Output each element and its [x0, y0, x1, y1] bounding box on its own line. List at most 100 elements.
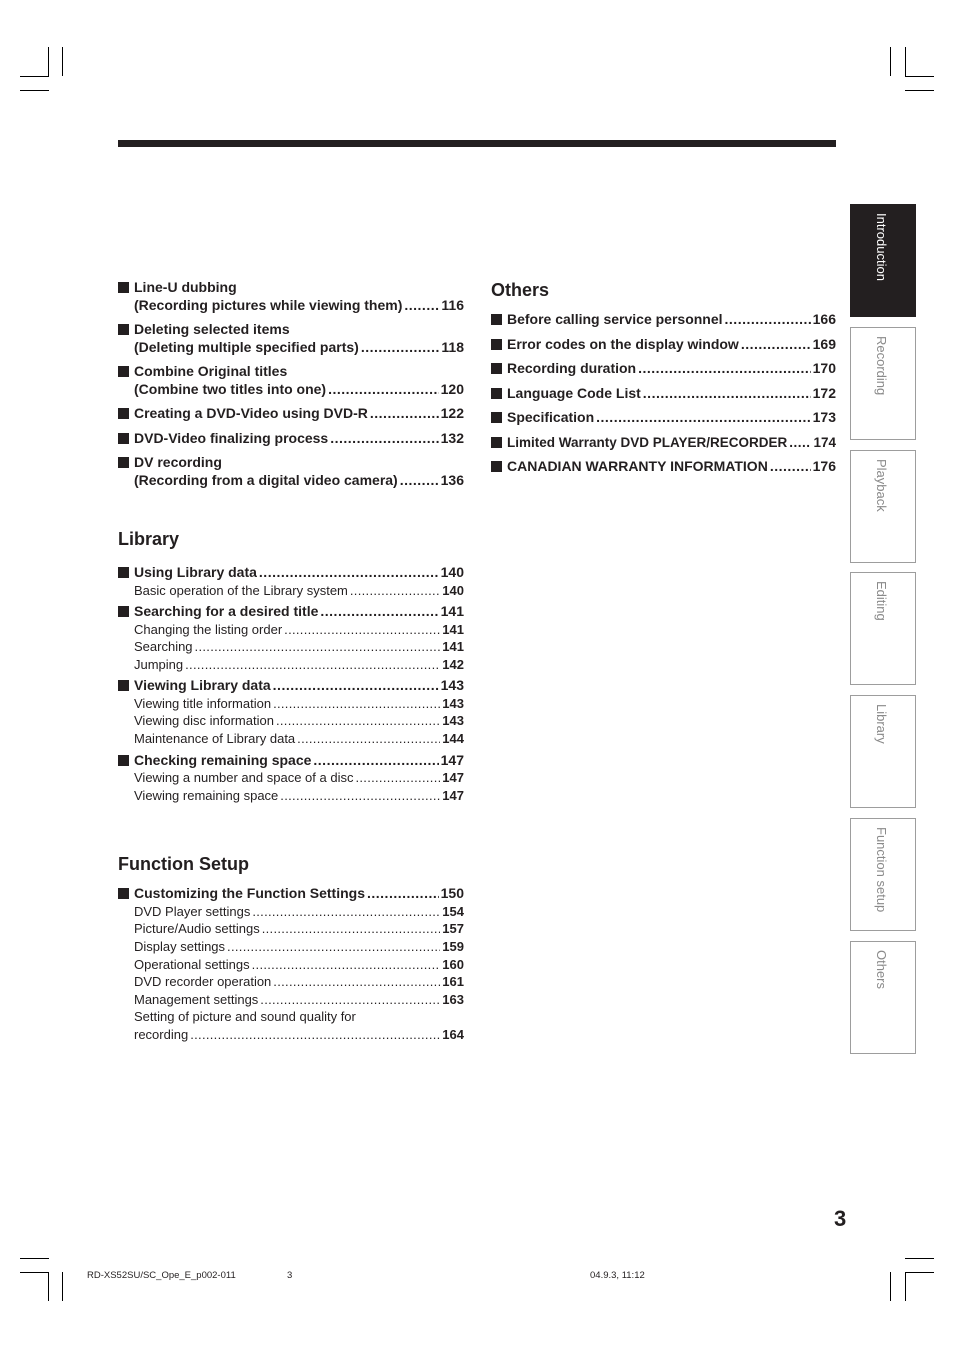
toc-link[interactable]: Checking remaining space 147: [134, 752, 464, 770]
toc-sublink[interactable]: Display settings 159: [134, 938, 464, 956]
toc-entry: DV recording (Recording from a digital vi…: [118, 454, 464, 489]
entry-title: Limited Warranty DVD PLAYER/RECORDER: [507, 434, 788, 450]
toc-link[interactable]: Creating a DVD-Video using DVD-R 122: [134, 405, 464, 423]
dot-leader: [330, 430, 438, 448]
tab-introduction[interactable]: Introduction: [850, 204, 916, 317]
toc-link[interactable]: (Deleting multiple specified parts) 118: [134, 339, 464, 357]
dot-leader: [195, 638, 441, 656]
toc-sublink[interactable]: Viewing a number and space of a disc 147: [134, 769, 464, 787]
square-bullet-icon: [491, 363, 502, 374]
entry-title: Changing the listing order: [134, 621, 283, 637]
toc-sublink[interactable]: Picture/Audio settings 157: [134, 920, 464, 938]
toc-subentry: DVD recorder operation 161: [118, 973, 464, 991]
toc-entry: Specification 173: [491, 409, 836, 427]
toc-sublink[interactable]: recording 164: [134, 1026, 464, 1044]
toc-link[interactable]: Language Code List 172: [507, 385, 836, 403]
toc-sublink[interactable]: Viewing disc information 143: [134, 712, 464, 730]
dot-leader: [643, 385, 811, 403]
tab-recording[interactable]: Recording: [850, 326, 916, 440]
toc-sublink[interactable]: Jumping 142: [134, 656, 464, 674]
tab-label: Library: [874, 704, 889, 744]
dot-leader: [252, 903, 440, 921]
toc-sublink[interactable]: Maintenance of Library data 144: [134, 730, 464, 748]
square-bullet-icon: [491, 436, 502, 448]
toc-link[interactable]: Viewing Library data 143: [134, 677, 464, 695]
entry-title[interactable]: DV recording: [134, 454, 464, 472]
entry-title: (Deleting multiple specified parts): [134, 338, 359, 355]
page-ref: 172: [812, 384, 836, 401]
entry-title: Display settings: [134, 939, 226, 955]
toc-link[interactable]: (Recording from a digital video camera) 1…: [134, 472, 464, 490]
entry-title: Language Code List: [507, 384, 641, 401]
toc-subentry: DVD Player settings 154: [118, 903, 464, 921]
toc-link[interactable]: Error codes on the display window 169: [507, 336, 836, 354]
dot-leader: [185, 656, 440, 674]
page-ref: 154: [442, 903, 464, 919]
entry-title: Error codes on the display window: [507, 335, 739, 352]
square-bullet-icon: [491, 338, 502, 350]
dot-leader: [259, 564, 439, 582]
entry-title[interactable]: Setting of picture and sound quality for: [134, 1008, 464, 1026]
tab-playback[interactable]: Playback: [850, 449, 916, 563]
dot-leader: [355, 769, 440, 787]
entry-title[interactable]: Deleting selected items: [134, 321, 464, 339]
page-ref: 159: [442, 939, 464, 955]
square-bullet-icon: [491, 314, 502, 325]
entry-title: recording: [134, 1027, 189, 1042]
page-ref: 164: [442, 1027, 464, 1042]
crop-mark: [905, 1272, 934, 1273]
dot-leader: [638, 360, 811, 378]
entry-title[interactable]: Line-U dubbing: [134, 279, 464, 297]
toc-sublink[interactable]: Changing the listing order 141: [134, 621, 464, 639]
toc-link[interactable]: (Recording pictures while viewing them) 1…: [134, 297, 464, 315]
toc-sublink[interactable]: Viewing remaining space 147: [134, 787, 464, 805]
toc-link[interactable]: Customizing the Function Settings 150: [134, 885, 464, 903]
footer-timestamp: 04.9.3, 11:12: [590, 1270, 645, 1281]
toc-subentry: Changing the listing order 141: [118, 621, 464, 639]
toc-link[interactable]: Specification 173: [507, 409, 836, 427]
page-ref: 174: [813, 434, 836, 450]
toc-link[interactable]: Searching for a desired title 141: [134, 603, 464, 621]
entry-title: Viewing a number and space of a disc: [134, 770, 354, 786]
page-ref: 170: [812, 360, 836, 376]
square-bullet-icon: [118, 888, 129, 900]
toc-link[interactable]: Limited Warranty DVD PLAYER/RECORDER 174: [507, 434, 836, 452]
entry-title[interactable]: Combine Original titles: [134, 363, 464, 381]
toc-link[interactable]: (Combine two titles into one) 120: [134, 381, 464, 399]
toc-link[interactable]: CANADIAN WARRANTY INFORMATION 176: [507, 458, 836, 476]
crop-mark: [905, 76, 934, 77]
toc-link[interactable]: Before calling service personnel 166: [507, 311, 836, 329]
toc-sublink[interactable]: Operational settings 160: [134, 956, 464, 974]
entry-title: Using Library data: [134, 564, 257, 580]
toc-sublink[interactable]: DVD Player settings 154: [134, 903, 464, 921]
toc-sublink[interactable]: Basic operation of the Library system 140: [134, 582, 464, 600]
entry-title: Picture/Audio settings: [134, 921, 260, 937]
tab-others[interactable]: Others: [850, 940, 916, 1054]
crop-mark: [20, 1272, 49, 1273]
square-bullet-icon: [118, 680, 129, 692]
toc-sublink[interactable]: DVD recorder operation 161: [134, 973, 464, 991]
header-rule: [118, 140, 836, 147]
toc-entry: Line-U dubbing (Recording pictures while …: [118, 279, 464, 314]
dot-leader: [273, 695, 440, 713]
toc-entry: Using Library data 140: [118, 564, 464, 582]
tab-function-setup[interactable]: Function setup: [850, 818, 916, 931]
toc-link[interactable]: Recording duration 170: [507, 360, 836, 378]
toc-sublink[interactable]: Viewing title information 143: [134, 695, 464, 713]
square-bullet-icon: [118, 282, 129, 293]
dot-leader: [789, 434, 811, 452]
page-ref: 143: [442, 695, 464, 711]
square-bullet-icon: [118, 408, 129, 419]
tab-editing[interactable]: Editing: [850, 572, 916, 686]
toc-sublink[interactable]: Searching 141: [134, 638, 464, 656]
toc-link[interactable]: DVD-Video finalizing process 132: [134, 430, 464, 448]
crop-mark: [890, 47, 891, 76]
toc-sublink[interactable]: Management settings 163: [134, 991, 464, 1009]
tab-library[interactable]: Library: [850, 695, 916, 809]
square-bullet-icon: [491, 461, 502, 472]
toc-link[interactable]: Using Library data 140: [134, 564, 464, 582]
page-ref: 150: [440, 885, 464, 902]
entry-title: Viewing title information: [134, 695, 272, 711]
toc-entry: Creating a DVD-Video using DVD-R 122: [118, 405, 464, 423]
dot-leader: [260, 991, 440, 1009]
